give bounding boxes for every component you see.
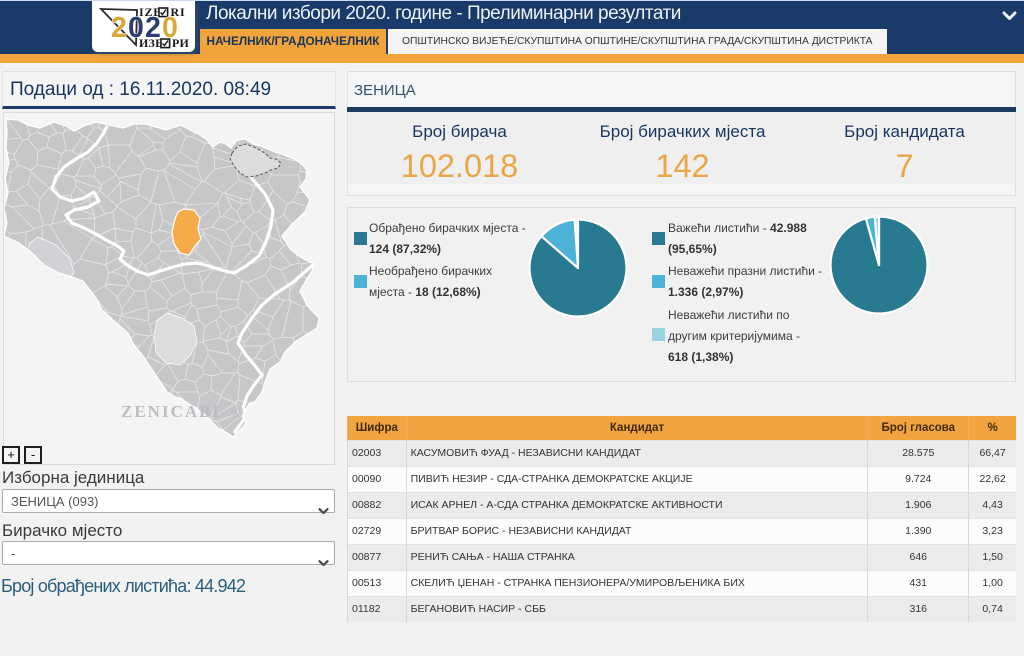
svg-text:2: 2	[111, 12, 127, 44]
svg-text:РИ: РИ	[172, 36, 190, 50]
svg-text:ИЗБ: ИЗБ	[139, 36, 163, 50]
